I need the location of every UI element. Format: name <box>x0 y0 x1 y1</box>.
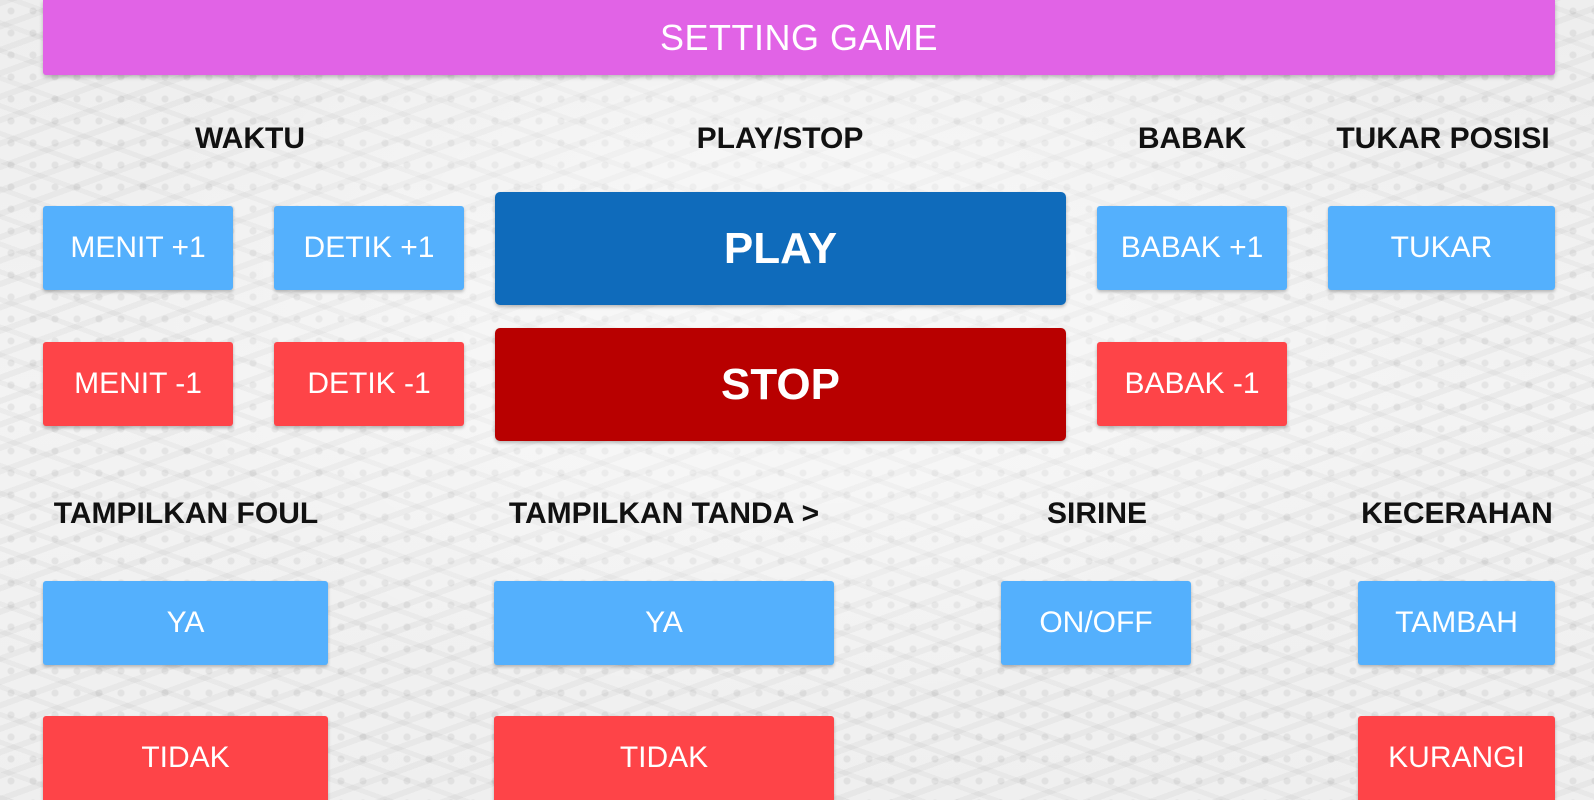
section-label-sirine: SIRINE <box>1046 497 1148 530</box>
menit-plus-button[interactable]: MENIT +1 <box>43 206 233 290</box>
sirine-toggle-button[interactable]: ON/OFF <box>1001 581 1191 665</box>
section-label-waktu: WAKTU <box>195 122 305 155</box>
play-button[interactable]: PLAY <box>495 192 1066 305</box>
babak-minus-button[interactable]: BABAK -1 <box>1097 342 1287 426</box>
detik-minus-button[interactable]: DETIK -1 <box>274 342 464 426</box>
kecerahan-tambah-button[interactable]: TAMBAH <box>1358 581 1555 665</box>
section-label-kecerahan: KECERAHAN <box>1361 497 1553 530</box>
stop-button[interactable]: STOP <box>495 328 1066 441</box>
tanda-ya-button[interactable]: YA <box>494 581 834 665</box>
foul-tidak-button[interactable]: TIDAK <box>43 716 328 800</box>
section-label-tampilkan-tanda: TAMPILKAN TANDA > <box>508 497 820 530</box>
section-label-tampilkan-foul: TAMPILKAN FOUL <box>53 497 319 530</box>
section-label-tukar-posisi: TUKAR POSISI <box>1336 122 1550 155</box>
section-label-babak: BABAK <box>1137 122 1247 155</box>
kecerahan-kurangi-button[interactable]: KURANGI <box>1358 716 1555 800</box>
foul-ya-button[interactable]: YA <box>43 581 328 665</box>
menit-minus-button[interactable]: MENIT -1 <box>43 342 233 426</box>
page-title: SETTING GAME <box>43 0 1555 75</box>
tanda-tidak-button[interactable]: TIDAK <box>494 716 834 800</box>
detik-plus-button[interactable]: DETIK +1 <box>274 206 464 290</box>
babak-plus-button[interactable]: BABAK +1 <box>1097 206 1287 290</box>
section-label-play-stop: PLAY/STOP <box>696 122 864 155</box>
tukar-button[interactable]: TUKAR <box>1328 206 1555 290</box>
